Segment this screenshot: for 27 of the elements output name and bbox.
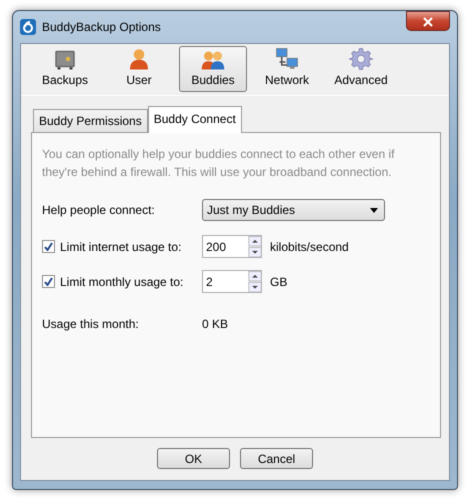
toolbar-button[interactable]: Advanced	[327, 46, 395, 92]
unit-label: GB	[270, 274, 288, 290]
dropdown-arrow-icon	[370, 208, 378, 212]
checkbox[interactable]	[42, 240, 55, 253]
dialog-button[interactable]: Cancel	[240, 448, 313, 469]
description-text: You can optionally help your buddies connect to each other even if they're behind a firewall. This will use your broadband connection.	[42, 146, 396, 181]
dialog-button[interactable]: OK	[157, 448, 230, 469]
unit-label: kilobits/second	[270, 238, 349, 256]
checkbox[interactable]	[42, 275, 55, 288]
toolbar-button[interactable]: Buddies	[179, 46, 247, 92]
close-icon	[423, 17, 433, 28]
tab[interactable]: Buddy Permissions	[33, 109, 148, 132]
connect-dropdown[interactable]: Just my Buddies	[202, 199, 385, 221]
check-icon	[44, 277, 53, 286]
field-label: Help people connect:	[42, 202, 156, 219]
app-logo-icon	[20, 19, 36, 35]
check-icon	[44, 242, 53, 251]
toolbar-button[interactable]: Backups	[31, 46, 99, 92]
usage-label: Usage this month:	[42, 316, 140, 333]
window-title: BuddyBackup Options	[42, 19, 161, 36]
close-button[interactable]	[406, 11, 450, 31]
checkbox-option[interactable]: Limit internet usage to:	[42, 238, 202, 256]
toolbar-button[interactable]: Network	[253, 46, 321, 92]
checkbox-option[interactable]: Limit monthly usage to:	[42, 272, 202, 290]
toolbar-button[interactable]: User	[105, 46, 173, 92]
tab[interactable]: Buddy Connect	[148, 106, 242, 133]
usage-value: 0 KB	[202, 316, 228, 333]
